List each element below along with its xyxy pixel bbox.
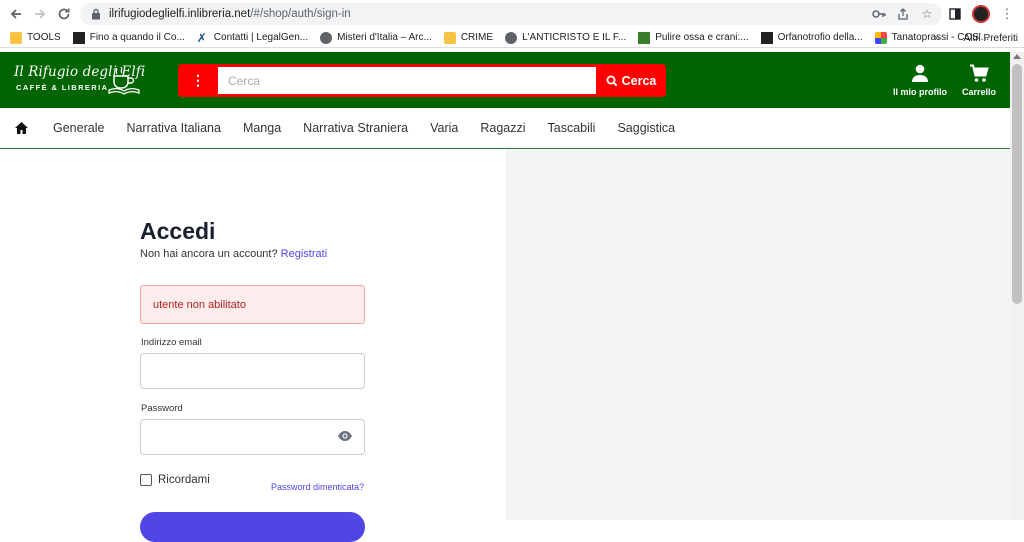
side-panel-icon[interactable]: [944, 3, 966, 25]
nav-varia[interactable]: Varia: [419, 121, 469, 135]
url-text: ilrifugiodeglielfi.inlibreria.net/#/shop…: [109, 8, 351, 20]
remember-label: Ricordami: [158, 474, 210, 486]
back-icon[interactable]: [4, 2, 28, 26]
register-link[interactable]: Registrati: [281, 248, 327, 260]
bookmark-item[interactable]: Misteri d'Italia – Arc...: [314, 28, 438, 48]
nav-saggistica[interactable]: Saggistica: [606, 121, 686, 135]
bookmark-item[interactable]: L'ANTICRISTO E IL F...: [499, 28, 632, 48]
no-account-text: Non hai ancora un account?: [140, 248, 278, 260]
nav-tascabili[interactable]: Tascabili: [537, 121, 607, 135]
remember-checkbox[interactable]: [140, 474, 152, 486]
bookmarks-bar: TOOLS Fino a quando il Co... ✗ Contatti |…: [0, 28, 1024, 48]
bookmark-item[interactable]: Pulire ossa e crani:...: [632, 28, 754, 48]
site-header: Il Rifugio degli Elfi CAFFÈ & LIBRERIA ⋮…: [0, 52, 1010, 108]
search-icon: [606, 75, 618, 86]
email-field[interactable]: [140, 353, 365, 389]
nav-manga[interactable]: Manga: [232, 121, 292, 135]
star-icon[interactable]: ☆: [918, 5, 936, 23]
site-icon: [760, 31, 773, 44]
scroll-up-arrow-icon[interactable]: [1013, 54, 1021, 59]
share-icon[interactable]: [894, 5, 912, 23]
globe-icon: [505, 31, 518, 44]
other-bookmarks[interactable]: Altri Preferiti: [959, 28, 1018, 48]
page-title: Accedi: [140, 218, 216, 244]
joomla-icon: [874, 31, 887, 44]
bookmarks-overflow-button[interactable]: »: [934, 28, 940, 48]
nav-ragazzi[interactable]: Ragazzi: [469, 121, 536, 135]
error-message: utente non abilitato: [153, 298, 246, 311]
bookmark-item[interactable]: TOOLS: [0, 28, 67, 48]
page-scrollbar[interactable]: [1010, 52, 1024, 520]
bookmark-item[interactable]: Orfanotrofio della...: [755, 28, 869, 48]
show-password-icon[interactable]: [337, 430, 353, 442]
search-menu-icon[interactable]: ⋮: [178, 64, 218, 97]
register-prompt: Non hai ancora un account? Registrati: [140, 248, 327, 260]
lock-icon[interactable]: [89, 7, 103, 21]
address-bar[interactable]: ilrifugiodeglielfi.inlibreria.net/#/shop…: [80, 3, 942, 25]
site-icon: [638, 31, 651, 44]
search-input[interactable]: [218, 67, 596, 94]
bookmark-item[interactable]: CRIME: [438, 28, 499, 48]
login-submit-button[interactable]: [140, 512, 365, 542]
password-field[interactable]: [140, 419, 365, 455]
forward-icon[interactable]: [28, 2, 52, 26]
key-icon[interactable]: [870, 5, 888, 23]
search-bar: ⋮ Cerca: [178, 64, 666, 97]
category-nav: Generale Narrativa Italiana Manga Narrat…: [0, 108, 1010, 149]
nav-narrativa-italiana[interactable]: Narrativa Italiana: [115, 121, 232, 135]
scrollbar-thumb[interactable]: [1012, 64, 1022, 304]
folder-icon: [10, 31, 22, 44]
forgot-password-link[interactable]: Password dimenticata?: [271, 482, 364, 492]
error-alert: utente non abilitato: [140, 285, 365, 324]
user-icon: [912, 64, 928, 82]
cart-button[interactable]: Carrello: [962, 64, 996, 97]
remember-me[interactable]: Ricordami: [140, 474, 210, 486]
home-icon[interactable]: [0, 108, 42, 149]
bookmark-item[interactable]: Fino a quando il Co...: [67, 28, 191, 48]
folder-icon: [443, 31, 456, 44]
password-label: Password: [141, 403, 183, 414]
browser-toolbar: ilrifugiodeglielfi.inlibreria.net/#/shop…: [0, 0, 1024, 28]
more-menu-icon[interactable]: ⋮: [996, 3, 1018, 25]
profile-avatar[interactable]: [970, 3, 992, 25]
x-logo-icon: ✗: [196, 30, 207, 45]
cart-icon: [970, 64, 989, 82]
nav-generale[interactable]: Generale: [42, 121, 115, 135]
side-image-panel: [506, 149, 1010, 520]
coffee-book-icon: [108, 66, 140, 95]
email-label: Indirizzo email: [141, 337, 202, 348]
reload-icon[interactable]: [52, 2, 76, 26]
profile-button[interactable]: Il mio profilo: [893, 64, 947, 97]
search-button[interactable]: Cerca: [598, 64, 664, 97]
bookmark-item[interactable]: ✗ Contatti | LegalGen...: [191, 28, 314, 48]
page-icon: [72, 31, 85, 44]
nav-narrativa-straniera[interactable]: Narrativa Straniera: [292, 121, 419, 135]
globe-icon: [320, 31, 333, 44]
